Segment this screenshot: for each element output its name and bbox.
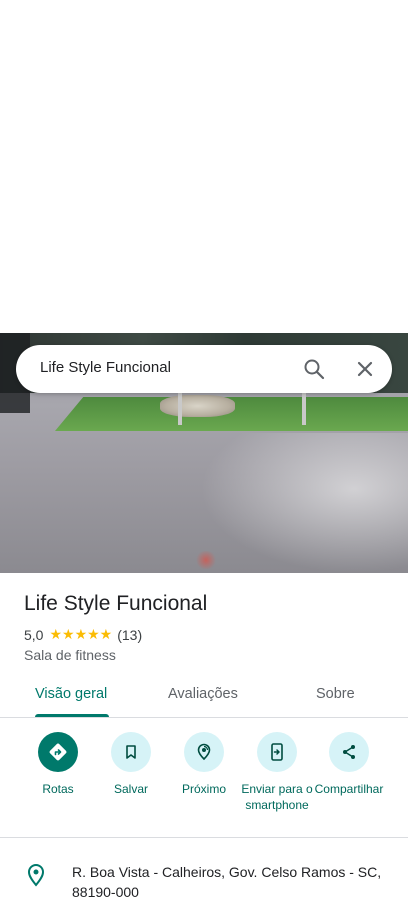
nearby-button[interactable]: Próximo [164, 732, 244, 797]
share-icon [329, 732, 369, 772]
review-count: (13) [117, 626, 143, 643]
address-row[interactable]: R. Boa Vista - Calheiros, Gov. Celso Ram… [0, 855, 408, 906]
rating-row[interactable]: 5,0 ★★★★★ (13) [24, 626, 142, 643]
tab-active-indicator [35, 714, 109, 717]
bookmark-icon [111, 732, 151, 772]
search-input[interactable]: Life Style Funcional [40, 359, 171, 376]
location-pin-icon [26, 863, 46, 887]
send-to-phone-icon [257, 732, 297, 772]
map-area[interactable] [0, 0, 408, 333]
photo-rope [160, 395, 235, 417]
tab-overview[interactable]: Visão geral [35, 686, 107, 702]
save-button[interactable]: Salvar [91, 732, 171, 797]
search-icon[interactable] [302, 357, 326, 381]
rating-value: 5,0 [24, 626, 44, 643]
rating-stars: ★★★★★ [49, 626, 113, 642]
place-title: Life Style Funcional [24, 592, 208, 615]
share-label: Compartilhar [314, 782, 384, 796]
save-label: Salvar [113, 782, 148, 796]
nearby-icon [184, 732, 224, 772]
photo-floor [200, 433, 408, 573]
directions-icon [38, 732, 78, 772]
nearby-label: Próximo [181, 782, 226, 796]
close-icon[interactable] [353, 357, 377, 381]
tab-reviews[interactable]: Avaliações [168, 686, 238, 702]
directions-button[interactable]: Rotas [18, 732, 98, 797]
photo-light [195, 551, 217, 569]
send-to-phone-button[interactable]: Enviar para o smartphone [237, 732, 317, 813]
send-to-phone-label: Enviar para o smartphone [241, 782, 313, 812]
place-category: Sala de fitness [24, 647, 116, 663]
action-bar: Rotas Salvar Próximo Enviar para o smart… [0, 732, 408, 838]
tab-bar: Visão geral Avaliações Sobre [0, 676, 408, 718]
share-button[interactable]: Compartilhar [309, 732, 389, 797]
tab-about[interactable]: Sobre [316, 686, 355, 702]
search-bar[interactable]: Life Style Funcional [16, 345, 392, 393]
directions-label: Rotas [42, 782, 74, 796]
address-text: R. Boa Vista - Calheiros, Gov. Celso Ram… [72, 864, 382, 900]
